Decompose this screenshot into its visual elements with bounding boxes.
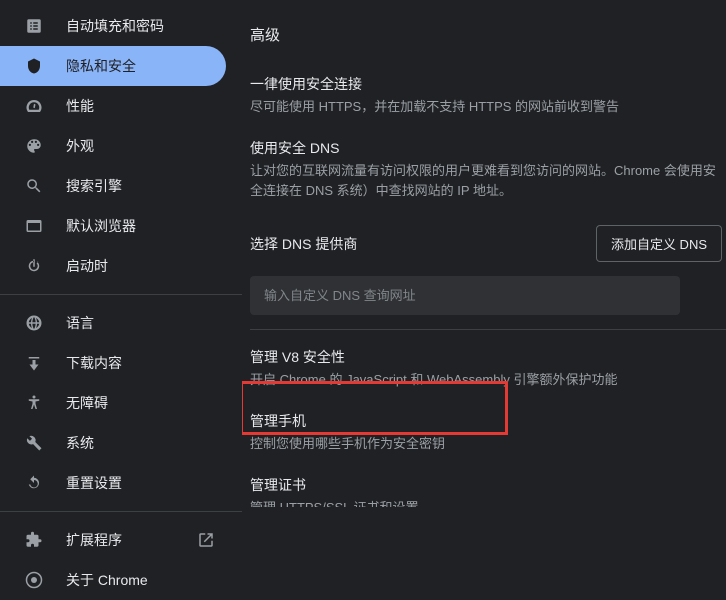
row-title: 管理 V8 安全性 [250,346,726,368]
sidebar-item-gauge[interactable]: 性能 [0,86,226,126]
search-icon [24,176,44,196]
globe-icon [24,313,44,333]
row-desc: 控制您使用哪些手机作为安全密钥 [250,434,726,454]
wrench-icon [24,433,44,453]
sidebar-item-label: 系统 [66,433,94,453]
advanced-heading: 高级 [250,24,726,45]
sidebar-item-paint[interactable]: 外观 [0,126,226,166]
row-title: 一律使用安全连接 [250,73,726,95]
extension-icon [24,530,44,550]
divider [0,294,242,295]
sidebar-item-power[interactable]: 启动时 [0,246,226,286]
sidebar-item-reset[interactable]: 重置设置 [0,463,226,503]
reset-icon [24,473,44,493]
row-v8[interactable]: 管理 V8 安全性 开启 Chrome 的 JavaScript 和 WebAs… [250,340,726,404]
row-desc: 让对您的互联网流量有访问权限的用户更难看到您访问的网站。Chrome 会使用安全… [250,161,726,201]
divider [250,329,726,330]
sidebar-item-autofill[interactable]: 自动填充和密码 [0,6,226,46]
sidebar-item-label: 无障碍 [66,393,108,413]
sidebar-item-label: 下载内容 [66,353,122,373]
row-manage-certificates[interactable]: 管理证书 管理 HTTPS/SSL 证书和设置 [250,468,726,507]
sidebar-item-label: 自动填充和密码 [66,16,164,36]
sidebar-item-label: 搜索引擎 [66,176,122,196]
sidebar-item-search[interactable]: 搜索引擎 [0,166,226,206]
sidebar-item-browser[interactable]: 默认浏览器 [0,206,226,246]
accessibility-icon [24,393,44,413]
dns-url-input[interactable] [250,276,680,315]
sidebar-item-label: 外观 [66,136,94,156]
sidebar-item-label: 语言 [66,313,94,333]
row-title: 使用安全 DNS [250,137,726,159]
add-custom-dns-button[interactable]: 添加自定义 DNS [596,225,722,262]
external-link-icon [196,530,216,550]
row-desc: 开启 Chrome 的 JavaScript 和 WebAssembly 引擎额… [250,370,726,390]
row-title: 管理手机 [250,410,726,432]
sidebar-item-label: 扩展程序 [66,530,122,550]
sidebar-item-label: 隐私和安全 [66,56,136,76]
main-content: 高级 一律使用安全连接 尽可能使用 HTTPS，并在加载不支持 HTTPS 的网… [242,0,726,507]
sidebar-item-label: 性能 [66,96,94,116]
row-manage-phone[interactable]: 管理手机 控制您使用哪些手机作为安全密钥 [250,404,726,468]
power-icon [24,256,44,276]
sidebar-item-label: 关于 Chrome [66,570,148,590]
row-https[interactable]: 一律使用安全连接 尽可能使用 HTTPS，并在加载不支持 HTTPS 的网站前收… [250,67,726,131]
sidebar-item-label: 重置设置 [66,473,122,493]
paint-icon [24,136,44,156]
sidebar-item-chrome[interactable]: 关于 Chrome [0,560,226,600]
sidebar-item-accessibility[interactable]: 无障碍 [0,383,226,423]
sidebar-item-label: 启动时 [66,256,108,276]
sidebar-item-globe[interactable]: 语言 [0,303,226,343]
sidebar-item-extension[interactable]: 扩展程序 [0,520,226,560]
sidebar: 自动填充和密码隐私和安全性能外观搜索引擎默认浏览器启动时语言下载内容无障碍系统重… [0,0,242,507]
chrome-icon [24,570,44,590]
sidebar-item-shield[interactable]: 隐私和安全 [0,46,226,86]
row-dns-provider: 选择 DNS 提供商 添加自定义 DNS [250,215,726,276]
dns-provider-label: 选择 DNS 提供商 [250,234,357,254]
row-title: 管理证书 [250,474,726,496]
sidebar-item-wrench[interactable]: 系统 [0,423,226,463]
shield-icon [24,56,44,76]
browser-icon [24,216,44,236]
sidebar-item-download[interactable]: 下载内容 [0,343,226,383]
gauge-icon [24,96,44,116]
sidebar-item-label: 默认浏览器 [66,216,136,236]
row-desc: 管理 HTTPS/SSL 证书和设置 [250,498,726,507]
autofill-icon [24,16,44,36]
row-secure-dns[interactable]: 使用安全 DNS 让对您的互联网流量有访问权限的用户更难看到您访问的网站。Chr… [250,131,726,215]
download-icon [24,353,44,373]
divider [0,511,242,512]
row-desc: 尽可能使用 HTTPS，并在加载不支持 HTTPS 的网站前收到警告 [250,97,726,117]
